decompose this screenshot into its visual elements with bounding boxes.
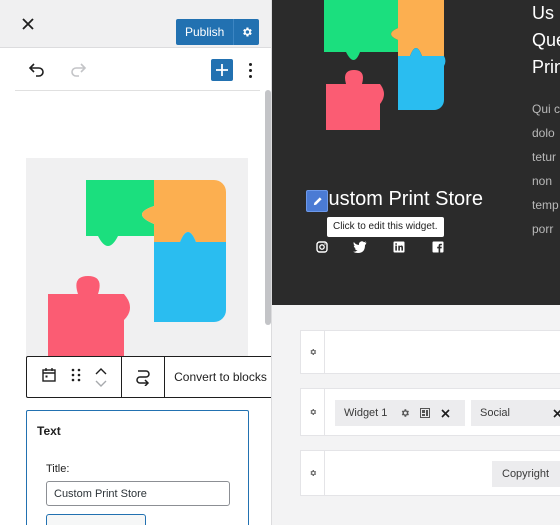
x-icon bbox=[441, 408, 450, 418]
widget-layout-button[interactable] bbox=[418, 406, 432, 420]
site-title: Custom Print Store bbox=[314, 188, 483, 210]
text-widget-heading: Text bbox=[37, 424, 61, 438]
editor-header: Publish bbox=[0, 0, 271, 48]
gear-small-icon bbox=[309, 470, 316, 476]
facebook-link[interactable] bbox=[431, 240, 445, 254]
calendar-icon bbox=[42, 367, 56, 382]
publish-button[interactable]: Publish bbox=[176, 19, 233, 45]
chevron-up-icon[interactable] bbox=[95, 367, 107, 375]
logo-image-block[interactable] bbox=[26, 158, 248, 358]
more-vertical-icon bbox=[248, 62, 252, 66]
gear-icon bbox=[243, 27, 252, 37]
row-settings-button[interactable] bbox=[301, 331, 325, 373]
block-type-button[interactable] bbox=[41, 367, 57, 388]
publish-settings-button[interactable] bbox=[233, 19, 259, 45]
widget-remove-button[interactable] bbox=[438, 406, 452, 420]
widget-1-chip[interactable]: Widget 1 bbox=[335, 400, 465, 426]
linkedin-link[interactable] bbox=[392, 240, 406, 254]
move-arrows bbox=[95, 367, 107, 387]
footer-row-2[interactable]: Widget 1 Social bbox=[300, 388, 560, 436]
footer-row-1[interactable] bbox=[300, 330, 560, 374]
content-paragraph-line: porr bbox=[532, 222, 554, 236]
chevron-down-icon[interactable] bbox=[95, 380, 107, 387]
convert-to-blocks-button[interactable]: Convert to blocks bbox=[165, 357, 271, 397]
close-button[interactable] bbox=[14, 12, 42, 36]
content-paragraph-line: dolo bbox=[532, 126, 555, 140]
drag-handle-icon bbox=[71, 368, 81, 381]
gear-small-icon bbox=[309, 409, 316, 415]
copyright-chip[interactable]: Copyright bbox=[492, 461, 560, 487]
redo-button[interactable] bbox=[70, 60, 90, 80]
title-label: Title: bbox=[46, 463, 70, 475]
row-settings-button[interactable] bbox=[301, 451, 325, 495]
puzzle-logo bbox=[48, 180, 226, 358]
content-paragraph-line: temp bbox=[532, 198, 559, 212]
content-paragraph-line: non bbox=[532, 174, 553, 188]
gear-icon bbox=[402, 409, 410, 417]
puzzle-logo-preview bbox=[324, 0, 446, 130]
content-heading-line: Us bbox=[532, 3, 554, 23]
instagram-link[interactable] bbox=[315, 240, 329, 254]
content-heading-line: Prin bbox=[532, 57, 560, 77]
edit-widget-button[interactable] bbox=[306, 190, 328, 212]
add-block-button[interactable] bbox=[211, 59, 233, 81]
footer-preview: Custom Print Store Click to edit this wi… bbox=[272, 0, 560, 305]
content-heading-line: Que bbox=[532, 30, 560, 50]
linkedin-icon bbox=[393, 241, 405, 253]
widget-1-label: Widget 1 bbox=[344, 407, 388, 419]
facebook-icon bbox=[432, 241, 444, 253]
undo-icon bbox=[28, 63, 44, 77]
options-button[interactable] bbox=[243, 59, 257, 81]
instagram-icon bbox=[316, 241, 328, 253]
panel-scrollbar[interactable] bbox=[265, 90, 271, 325]
block-toolbar: Convert to blocks bbox=[26, 356, 271, 398]
social-remove-button[interactable] bbox=[552, 406, 560, 420]
content-paragraph-line: Qui c bbox=[532, 102, 560, 116]
widget-icon bbox=[420, 408, 431, 418]
widgets-editor-panel: Publish Convert to blocks Text Title: Cu… bbox=[0, 0, 272, 525]
twitter-link[interactable] bbox=[353, 240, 367, 254]
block-move-group bbox=[27, 357, 122, 397]
edit-widget-tooltip: Click to edit this widget. bbox=[327, 217, 444, 237]
x-icon bbox=[553, 408, 560, 418]
text-widget-form: Text Title: bbox=[26, 410, 249, 525]
pencil-icon bbox=[313, 196, 322, 205]
close-icon bbox=[22, 18, 34, 30]
redo-icon bbox=[71, 63, 87, 77]
publish-group: Publish bbox=[176, 19, 260, 45]
social-label: Social bbox=[480, 407, 510, 419]
undo-button[interactable] bbox=[27, 60, 47, 80]
social-chip[interactable]: Social bbox=[471, 400, 560, 426]
footer-row-3[interactable]: Copyright bbox=[300, 450, 560, 496]
gear-small-icon bbox=[309, 349, 316, 355]
convert-to-blocks-label: Convert to blocks bbox=[174, 370, 267, 384]
content-paragraph-line: tetur bbox=[532, 150, 557, 164]
add-media-button[interactable] bbox=[46, 514, 146, 525]
drag-handle[interactable] bbox=[71, 368, 81, 387]
editor-toolbar bbox=[15, 49, 260, 91]
plus-icon bbox=[216, 64, 228, 76]
title-input[interactable] bbox=[46, 481, 230, 506]
twitter-icon bbox=[353, 241, 367, 253]
widget-settings-button[interactable] bbox=[398, 406, 412, 420]
site-preview: Custom Print Store Click to edit this wi… bbox=[272, 0, 560, 525]
transform-button[interactable] bbox=[122, 357, 165, 397]
row-settings-button[interactable] bbox=[301, 389, 325, 435]
transform-icon bbox=[136, 370, 150, 386]
